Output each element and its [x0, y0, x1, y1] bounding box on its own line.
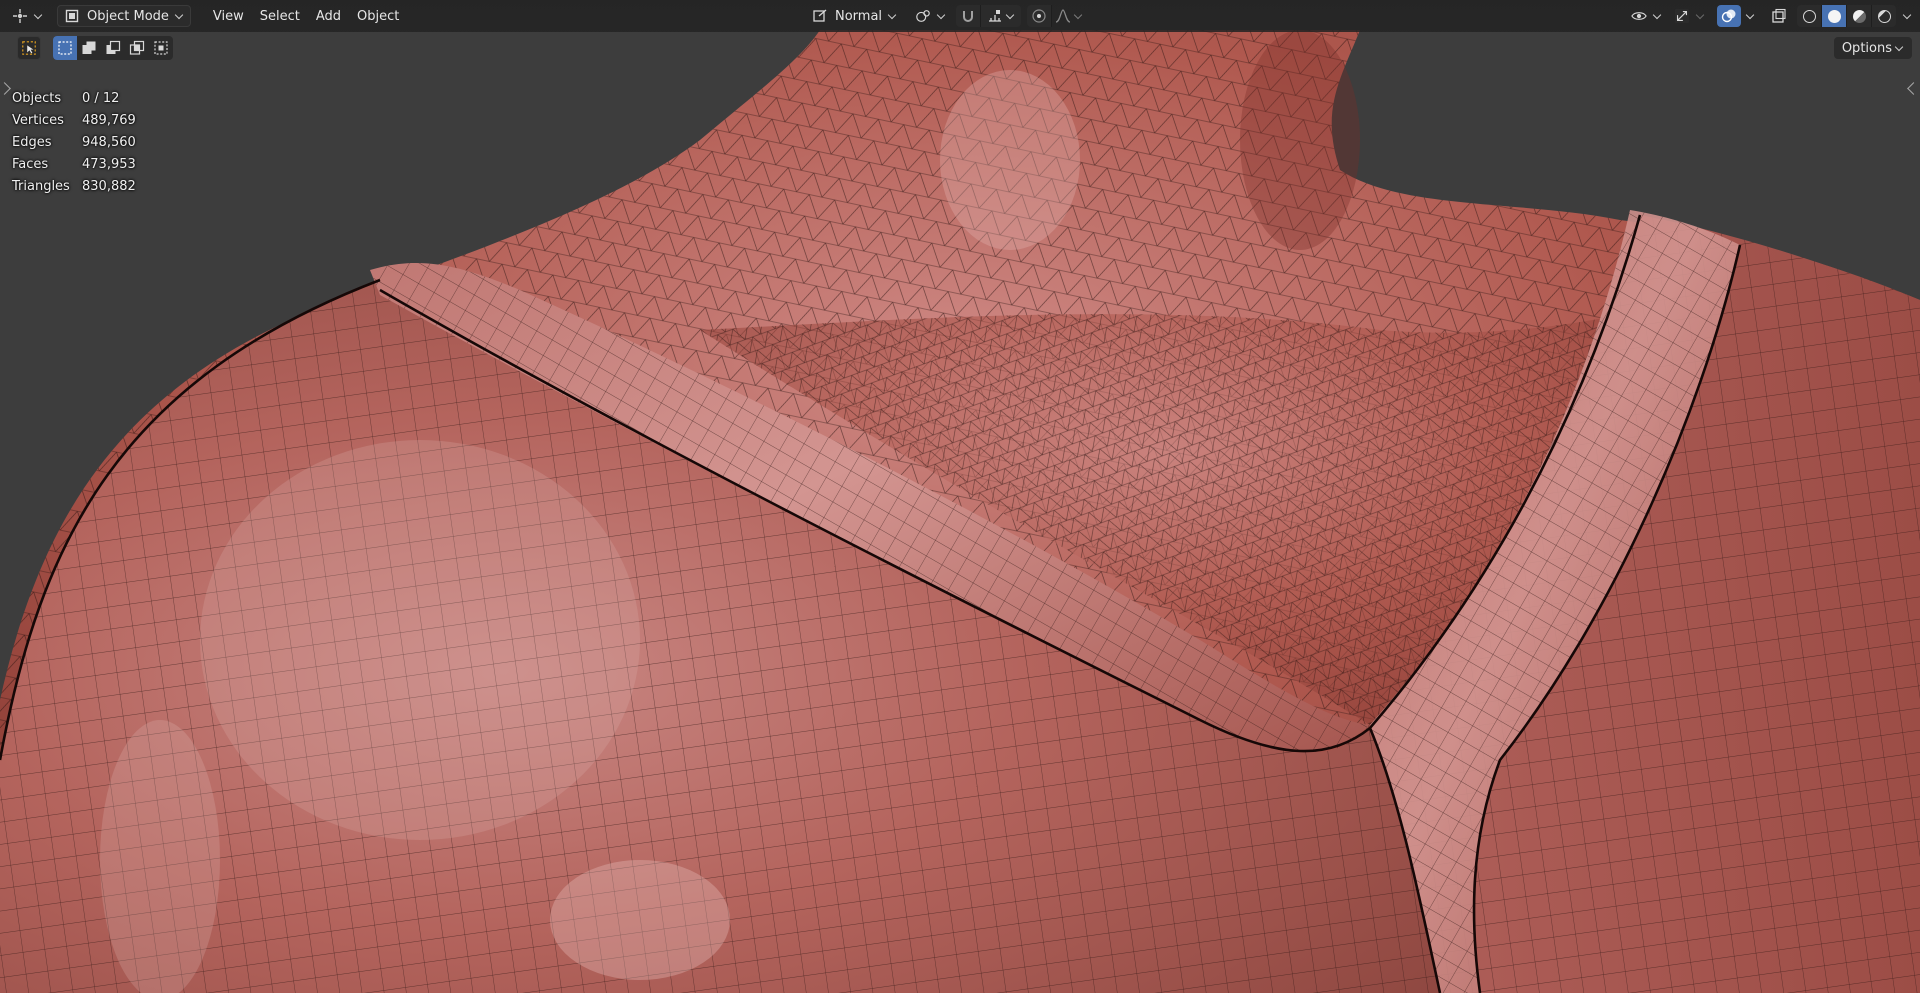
- chevron-down-icon: [936, 10, 946, 19]
- stat-value: 0 / 12: [82, 91, 120, 106]
- falloff-curve-icon: [1055, 8, 1071, 24]
- stat-row-faces: Faces 473,953: [12, 154, 136, 176]
- chevron-down-icon: [887, 10, 897, 19]
- chevron-down-icon: [1695, 10, 1705, 19]
- chevron-down-icon: [1652, 10, 1662, 19]
- xray-icon: [1771, 8, 1787, 24]
- snap-toggle[interactable]: [956, 5, 982, 27]
- stat-value: 830,882: [82, 179, 136, 194]
- stat-label: Edges: [12, 135, 52, 150]
- stat-row-edges: Edges 948,560: [12, 132, 136, 154]
- editor-type-icon: [12, 8, 28, 24]
- falloff-button[interactable]: [1052, 5, 1086, 27]
- chevron-down-icon: [1894, 42, 1904, 51]
- proportional-edit-icon: [1031, 8, 1047, 24]
- stat-label: Objects: [12, 91, 62, 106]
- wireframe-shading-icon: [1802, 9, 1816, 23]
- chevron-down-icon: [1073, 10, 1083, 19]
- shading-wireframe-button[interactable]: [1797, 5, 1822, 27]
- select-mode-intersect[interactable]: [125, 36, 149, 60]
- pivot-point-icon: [915, 8, 931, 24]
- select-box-icon: [21, 40, 37, 56]
- stat-label: Faces: [12, 157, 49, 172]
- shading-options-chevron-icon[interactable]: [1902, 10, 1912, 19]
- menu-view[interactable]: View: [205, 5, 252, 27]
- chevron-down-icon: [174, 10, 184, 19]
- snap-increment-icon: [987, 8, 1003, 24]
- stat-value: 948,560: [82, 135, 136, 150]
- stat-row-triangles: Triangles 830,882: [12, 176, 136, 198]
- object-mode-icon: [64, 8, 80, 24]
- select-subtract-icon: [105, 40, 121, 56]
- snap-target-button[interactable]: [981, 5, 1022, 27]
- select-extend-icon: [81, 40, 97, 56]
- mode-label: Object Mode: [87, 8, 169, 24]
- stat-row-objects: Objects 0 / 12: [12, 88, 136, 110]
- proportional-edit-toggle[interactable]: [1027, 5, 1053, 27]
- xray-toggle[interactable]: [1765, 5, 1793, 27]
- material-shading-icon: [1852, 9, 1866, 23]
- gizmo-icon: [1674, 8, 1690, 24]
- options-button[interactable]: Options: [1833, 37, 1912, 59]
- menu-object[interactable]: Object: [349, 5, 407, 27]
- menu-add[interactable]: Add: [308, 5, 349, 27]
- shading-solid-button[interactable]: [1822, 5, 1847, 27]
- orientation-icon: [812, 8, 828, 24]
- select-mode-subtract[interactable]: [101, 36, 125, 60]
- chevron-down-icon: [33, 10, 43, 19]
- stat-label: Vertices: [12, 113, 64, 128]
- options-label: Options: [1841, 40, 1892, 56]
- select-mode-extend[interactable]: [77, 36, 101, 60]
- stat-label: Triangles: [12, 179, 70, 194]
- pivot-point-button[interactable]: [909, 5, 952, 27]
- overlays-toggle[interactable]: [1717, 5, 1741, 27]
- solid-shading-icon: [1827, 9, 1841, 23]
- rendered-shading-icon: [1877, 9, 1891, 23]
- stat-value: 473,953: [82, 157, 136, 172]
- selection-mode-group: [53, 36, 173, 60]
- overlays-icon: [1721, 8, 1737, 24]
- 3d-viewport[interactable]: [0, 0, 1920, 993]
- tool-settings-row: [17, 36, 173, 60]
- select-mode-new[interactable]: [53, 36, 77, 60]
- select-new-icon: [57, 40, 73, 56]
- shading-material-button[interactable]: [1847, 5, 1872, 27]
- scene-statistics: Objects 0 / 12 Vertices 489,769 Edges 94…: [12, 88, 136, 198]
- orientation-label: Normal: [835, 8, 883, 24]
- select-box-tool[interactable]: [17, 36, 41, 60]
- stat-row-vertices: Vertices 489,769: [12, 110, 136, 132]
- transform-orientation[interactable]: Normal: [806, 5, 903, 27]
- shading-rendered-button[interactable]: [1872, 5, 1896, 27]
- overlays-dropdown-chevron-icon[interactable]: [1745, 10, 1755, 19]
- select-intersect-icon: [129, 40, 145, 56]
- visibility-eye-icon: [1631, 8, 1647, 24]
- snap-magnet-icon: [960, 8, 976, 24]
- stat-value: 489,769: [82, 113, 136, 128]
- mesh-render: [0, 30, 1920, 993]
- viewport-header: Object Mode View Select Add Object Norma…: [0, 0, 1920, 32]
- editor-type-button[interactable]: [6, 5, 49, 27]
- gizmo-toggle[interactable]: [1668, 5, 1711, 27]
- select-invert-icon: [153, 40, 169, 56]
- menu-select[interactable]: Select: [252, 5, 308, 27]
- mode-selector[interactable]: Object Mode: [57, 5, 191, 27]
- object-visibility-button[interactable]: [1625, 5, 1668, 27]
- chevron-down-icon: [1005, 10, 1015, 19]
- select-mode-invert[interactable]: [149, 36, 173, 60]
